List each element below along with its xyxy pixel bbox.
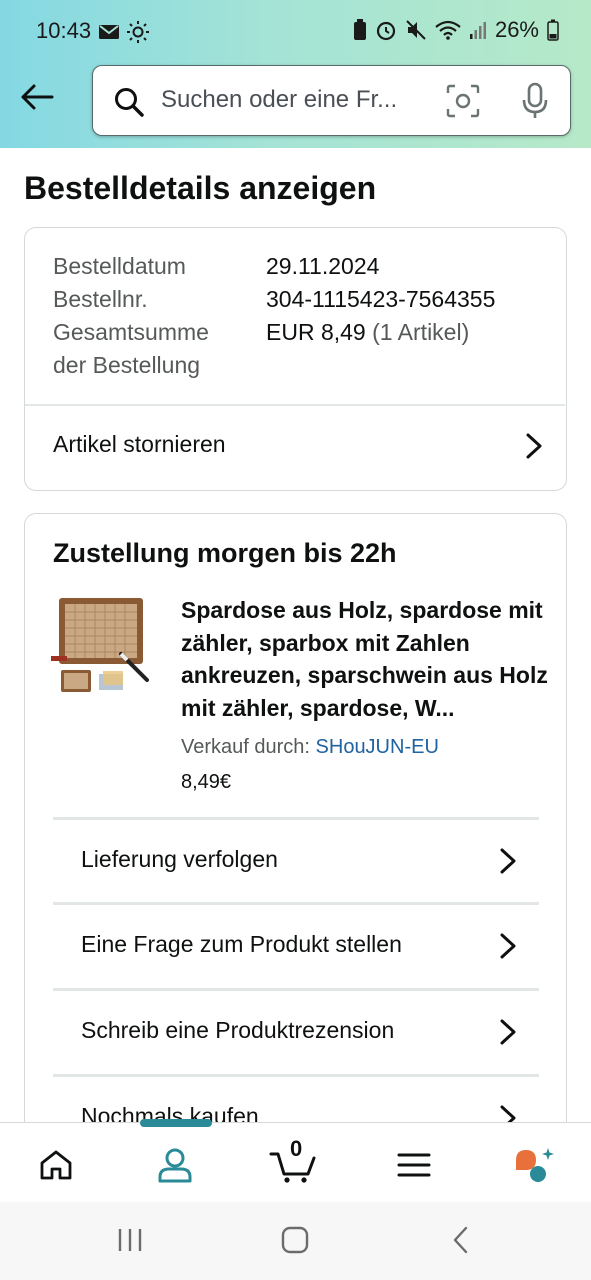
write-review-label: Schreib eine Produktrezension (81, 1017, 395, 1043)
chevron-right-icon (500, 933, 516, 959)
camera-search-icon[interactable] (446, 84, 480, 118)
wifi-icon (435, 20, 461, 40)
ask-question-label: Eine Frage zum Produkt stellen (81, 931, 402, 957)
order-total-label-line2: der Bestellung (53, 352, 201, 378)
system-back-icon[interactable] (450, 1225, 472, 1255)
nav-home[interactable] (31, 1143, 81, 1187)
rufus-ai-icon (516, 1148, 554, 1182)
page-title: Bestelldetails anzeigen (24, 170, 377, 206)
write-review-row[interactable]: Schreib eine Produktrezension (53, 991, 539, 1071)
product-title[interactable]: Spardose aus Holz, spardose mit zähler, … (181, 594, 551, 724)
mute-icon (406, 20, 426, 40)
back-arrow-icon (21, 84, 54, 110)
mail-icon (99, 25, 119, 39)
search-input[interactable]: Suchen oder eine Fr... (161, 86, 397, 114)
seller-link[interactable]: SHouJUN-EU (316, 736, 439, 758)
order-number-label: Bestellnr. (53, 286, 148, 312)
status-bar: 10:43 26% (0, 0, 591, 62)
bottom-nav: 0 (0, 1119, 591, 1202)
order-total-items: (1 Artikel) (372, 319, 470, 345)
delivery-title: Zustellung morgen bis 22h (53, 538, 397, 568)
search-icon (115, 88, 144, 117)
system-navigation-bar (0, 1202, 591, 1280)
order-total-value: EUR 8,49 (1 Artikel) (266, 316, 469, 349)
menu-icon (397, 1153, 431, 1177)
order-date-label: Bestelldatum (53, 253, 186, 279)
battery-percent: 26% (494, 17, 539, 42)
battery-icon (547, 19, 559, 41)
ask-question-row[interactable]: Eine Frage zum Produkt stellen (53, 905, 539, 985)
cancel-items-label: Artikel stornieren (53, 431, 226, 457)
order-number-value: 304-1115423-7564355 (266, 286, 496, 312)
home-icon (40, 1150, 72, 1180)
chevron-right-icon (500, 1019, 516, 1045)
nav-account[interactable] (150, 1143, 200, 1187)
microphone-icon[interactable] (521, 82, 549, 120)
signal-icon (469, 22, 486, 39)
product-price: 8,49€ (181, 771, 232, 793)
brightness-icon (127, 21, 149, 43)
nav-menu[interactable] (389, 1143, 439, 1187)
order-date-value: 29.11.2024 (266, 253, 380, 279)
back-button[interactable] (16, 78, 58, 116)
nav-rufus[interactable] (508, 1143, 558, 1187)
chevron-right-icon (526, 433, 542, 459)
app-header: 10:43 26% Suchen oder eine Fr... (0, 0, 591, 148)
seller-info: Verkauf durch: SHouJUN-EU (181, 736, 439, 759)
active-tab-indicator (140, 1119, 212, 1127)
status-time: 10:43 (36, 18, 92, 43)
product-image[interactable] (51, 596, 157, 696)
seller-prefix: Verkauf durch: (181, 736, 310, 758)
chevron-right-icon (500, 848, 516, 874)
track-delivery-label: Lieferung verfolgen (81, 846, 278, 872)
account-icon (158, 1148, 192, 1183)
search-bar[interactable]: Suchen oder eine Fr... (92, 65, 571, 136)
track-delivery-row[interactable]: Lieferung verfolgen (53, 820, 539, 900)
order-total-amount: EUR 8,49 (266, 319, 366, 345)
alarm-icon (376, 21, 396, 41)
battery-saver-icon (353, 19, 366, 40)
order-total-label-line1: Gesamtsumme (53, 319, 209, 345)
delivery-card: Zustellung morgen bis 22h Spardose aus H… (24, 513, 567, 1153)
cart-count: 0 (290, 1136, 303, 1161)
cancel-items-row[interactable]: Artikel stornieren (25, 405, 565, 489)
home-button-icon[interactable] (280, 1225, 310, 1255)
order-summary-card: Bestelldatum 29.11.2024 Bestellnr. 304-1… (24, 227, 567, 491)
recent-apps-icon[interactable] (116, 1225, 144, 1255)
